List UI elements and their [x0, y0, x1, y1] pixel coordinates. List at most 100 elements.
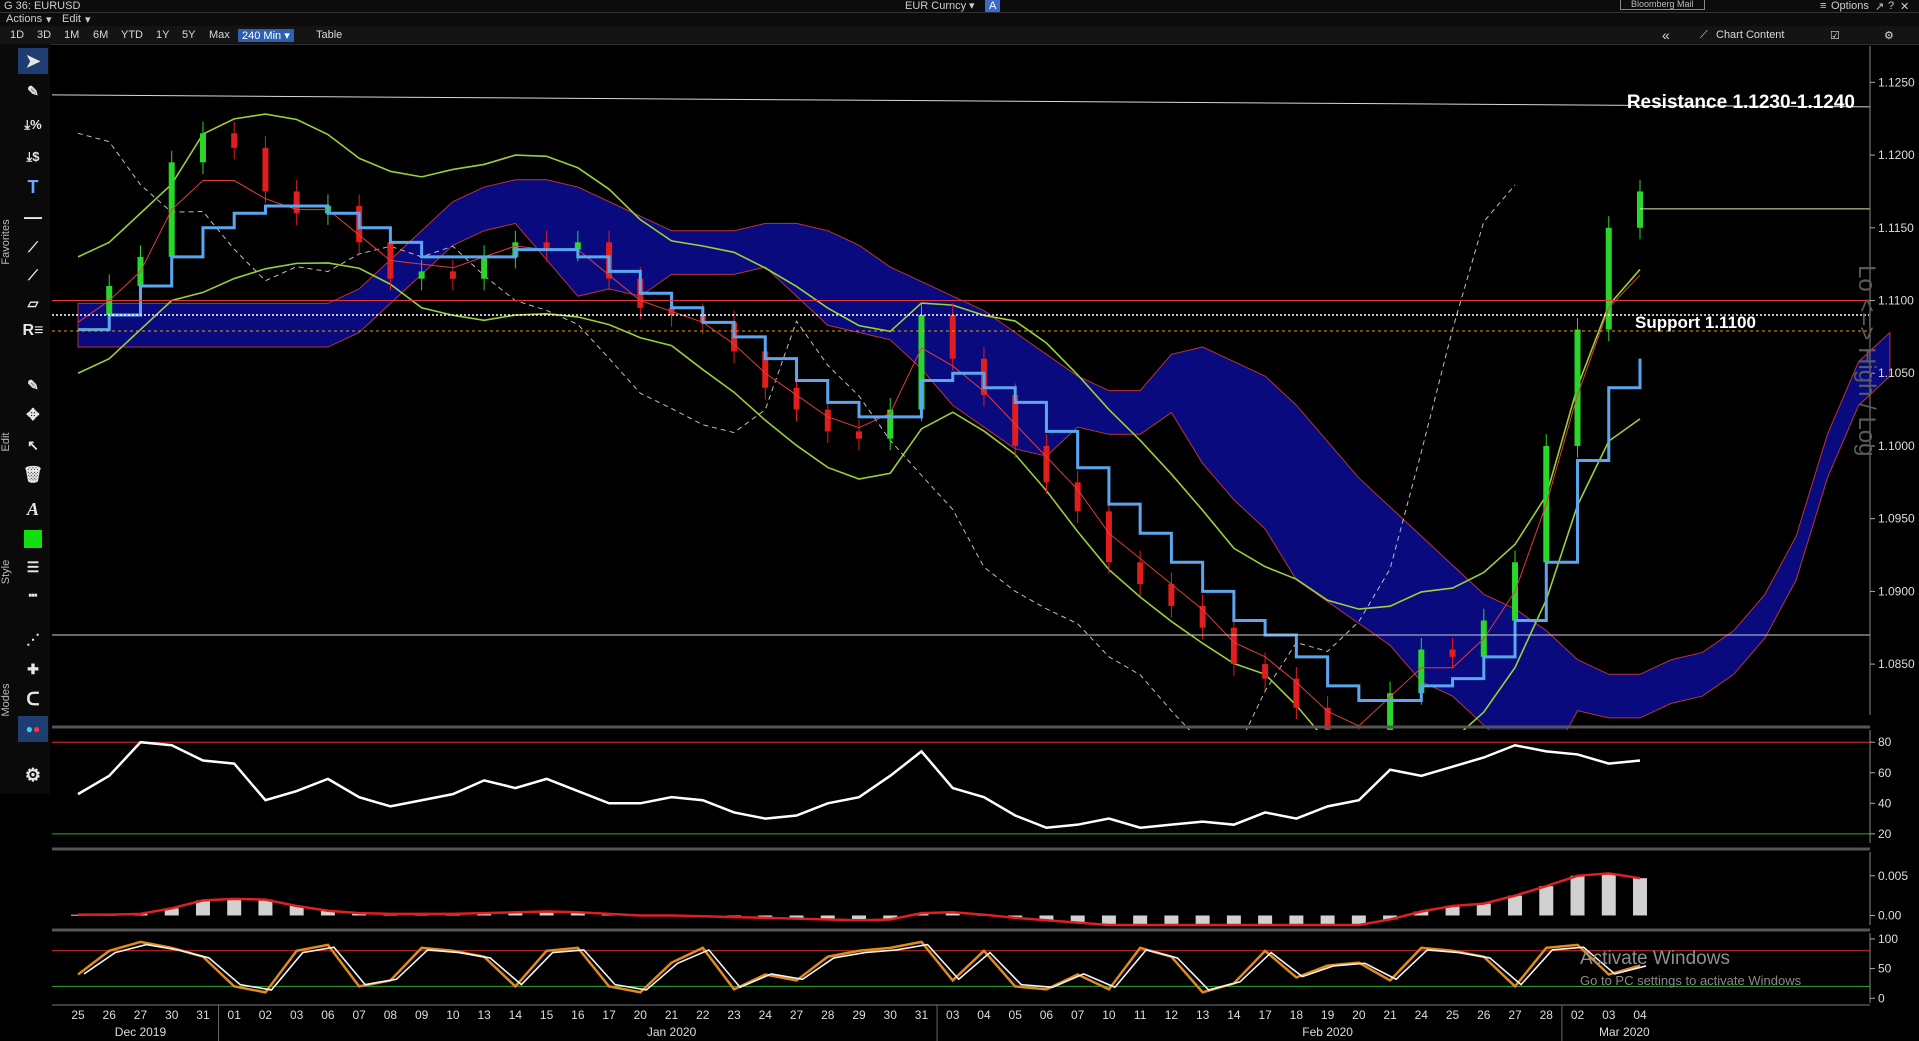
- candle-body: [449, 271, 456, 279]
- candle-body: [637, 278, 644, 308]
- options-menu[interactable]: Options: [1831, 0, 1869, 12]
- pin-icon[interactable]: ↗: [1875, 0, 1884, 13]
- range-max[interactable]: Max: [209, 29, 230, 41]
- range-5y[interactable]: 5Y: [182, 29, 195, 41]
- macd-histogram-bar: [602, 913, 617, 916]
- macd-histogram-bar: [1070, 915, 1085, 923]
- macd-histogram-bar: [320, 910, 335, 916]
- indicator-tick-label: 80: [1878, 735, 1892, 749]
- macd-histogram-bar: [1289, 915, 1304, 925]
- gear-icon[interactable]: ⚙: [1884, 29, 1894, 42]
- bloomberg-mail-button[interactable]: Bloomberg Mail: [1620, 0, 1705, 10]
- indicator-tick-label: 60: [1878, 766, 1892, 780]
- move-icon[interactable]: ✥: [18, 402, 48, 428]
- candle-body: [137, 256, 144, 286]
- edit-icon[interactable]: ☑: [1830, 29, 1840, 42]
- magnet-icon[interactable]: ᑕ: [18, 686, 48, 712]
- macd-histogram-bar: [71, 914, 85, 916]
- table-button[interactable]: Table: [316, 29, 342, 41]
- macd-histogram-bar: [976, 914, 991, 916]
- macd-histogram-bar: [1570, 875, 1585, 916]
- security-field[interactable]: EUR Curncy: [905, 0, 966, 12]
- color-dots-icon[interactable]: ● ●: [18, 716, 48, 742]
- crosshair-plus-icon[interactable]: ✚: [18, 656, 48, 682]
- retracement-icon[interactable]: R≡: [18, 318, 48, 344]
- x-tick-label: 14: [509, 1008, 523, 1022]
- price-panel-bg: [52, 46, 1865, 715]
- candle-body: [199, 133, 206, 163]
- dotted-line-icon[interactable]: ⋰: [18, 626, 48, 652]
- range-1y[interactable]: 1Y: [156, 29, 169, 41]
- pencil-line-icon[interactable]: ✎: [18, 78, 48, 104]
- pointer-icon[interactable]: ➤: [18, 48, 48, 74]
- brush-icon[interactable]: ✎: [18, 372, 48, 398]
- x-tick-label: 26: [103, 1008, 117, 1022]
- ray-icon[interactable]: ⟋: [18, 262, 48, 288]
- menu-edit[interactable]: Edit: [62, 13, 81, 25]
- macd-histogram-bar: [820, 915, 835, 920]
- x-tick-label: 04: [977, 1008, 991, 1022]
- watermark-title: Activate Windows: [1580, 948, 1730, 969]
- collapse-left-icon[interactable]: «: [1662, 27, 1670, 43]
- x-tick-label: 03: [946, 1008, 960, 1022]
- horizontal-line-icon[interactable]: —: [18, 204, 48, 230]
- x-tick-label: 13: [477, 1008, 491, 1022]
- price-measure-icon[interactable]: ⤓$: [18, 144, 48, 170]
- range-6m[interactable]: 6M: [93, 29, 108, 41]
- x-tick-label: 28: [821, 1008, 835, 1022]
- candle-body: [949, 315, 956, 359]
- range-1m[interactable]: 1M: [64, 29, 79, 41]
- candle-body: [1137, 562, 1144, 585]
- menu-icon[interactable]: ≡: [1820, 0, 1826, 12]
- percent-measure-icon[interactable]: ⤓%: [18, 112, 48, 138]
- chart-content-button[interactable]: Chart Content: [1716, 29, 1784, 41]
- trash-icon[interactable]: 🗑: [18, 462, 48, 488]
- security-dropdown-icon[interactable]: ▾: [969, 0, 975, 12]
- text-tool-icon[interactable]: T: [18, 174, 48, 200]
- macd-histogram-bar: [227, 898, 242, 916]
- x-tick-label: 08: [384, 1008, 398, 1022]
- chart-canvas[interactable]: Resistance 1.1230-1.1240 Support 1.1100 1.…: [0, 0, 1919, 1041]
- x-axis-bg: [52, 1005, 1870, 1041]
- x-tick-label: 27: [134, 1008, 148, 1022]
- line-weight-icon[interactable]: ☰: [18, 554, 48, 580]
- macd-histogram-bar: [1633, 878, 1647, 916]
- candle-body: [1324, 707, 1331, 737]
- x-tick-label: 01: [228, 1008, 242, 1022]
- close-icon[interactable]: ✕: [1900, 0, 1909, 13]
- channel-icon[interactable]: ▱: [18, 290, 48, 316]
- tenkan-line: [77, 180, 1641, 727]
- kijun-line: [78, 204, 1642, 702]
- candle-body: [574, 242, 581, 250]
- indicator-tick-label: 40: [1878, 796, 1892, 810]
- x-tick-label: 19: [1321, 1008, 1335, 1022]
- menu-actions[interactable]: Actions: [6, 13, 42, 25]
- interval-dropdown[interactable]: 240 Min ▾: [238, 29, 294, 42]
- x-tick-label: 27: [1508, 1008, 1522, 1022]
- select-plus-icon[interactable]: ↖: [18, 432, 48, 458]
- security-badge[interactable]: A: [985, 0, 1001, 12]
- menu-bar: Actions ▾ Edit ▾: [0, 13, 1919, 26]
- range-1d[interactable]: 1D: [10, 29, 24, 41]
- scale-label[interactable]: Lo <=> High / Log: [1852, 265, 1880, 456]
- macd-histogram-bar: [477, 913, 492, 916]
- lagging-span-line: [77, 132, 1516, 757]
- help-icon[interactable]: ?: [1888, 0, 1894, 12]
- x-tick-label: 13: [1196, 1008, 1210, 1022]
- range-3d[interactable]: 3D: [37, 29, 51, 41]
- chart-content-icon: ⟋: [1700, 29, 1708, 41]
- x-tick-label: 21: [1383, 1008, 1397, 1022]
- candle-body: [1105, 511, 1112, 563]
- candle-body: [543, 242, 550, 250]
- candle-body: [1449, 649, 1456, 657]
- price-tick-label: 1.0900: [1878, 584, 1915, 598]
- price-tick-label: 1.1200: [1878, 148, 1915, 162]
- settings-icon[interactable]: ⚙: [18, 762, 48, 788]
- x-tick-label: 18: [1290, 1008, 1304, 1022]
- line-style-icon[interactable]: ┅: [18, 582, 48, 608]
- trendline-icon[interactable]: ⟋: [18, 234, 48, 260]
- range-ytd[interactable]: YTD: [121, 29, 143, 41]
- macd-histogram-bar: [352, 913, 367, 916]
- color-picker-icon[interactable]: [18, 526, 48, 552]
- font-style-icon[interactable]: A: [18, 496, 48, 522]
